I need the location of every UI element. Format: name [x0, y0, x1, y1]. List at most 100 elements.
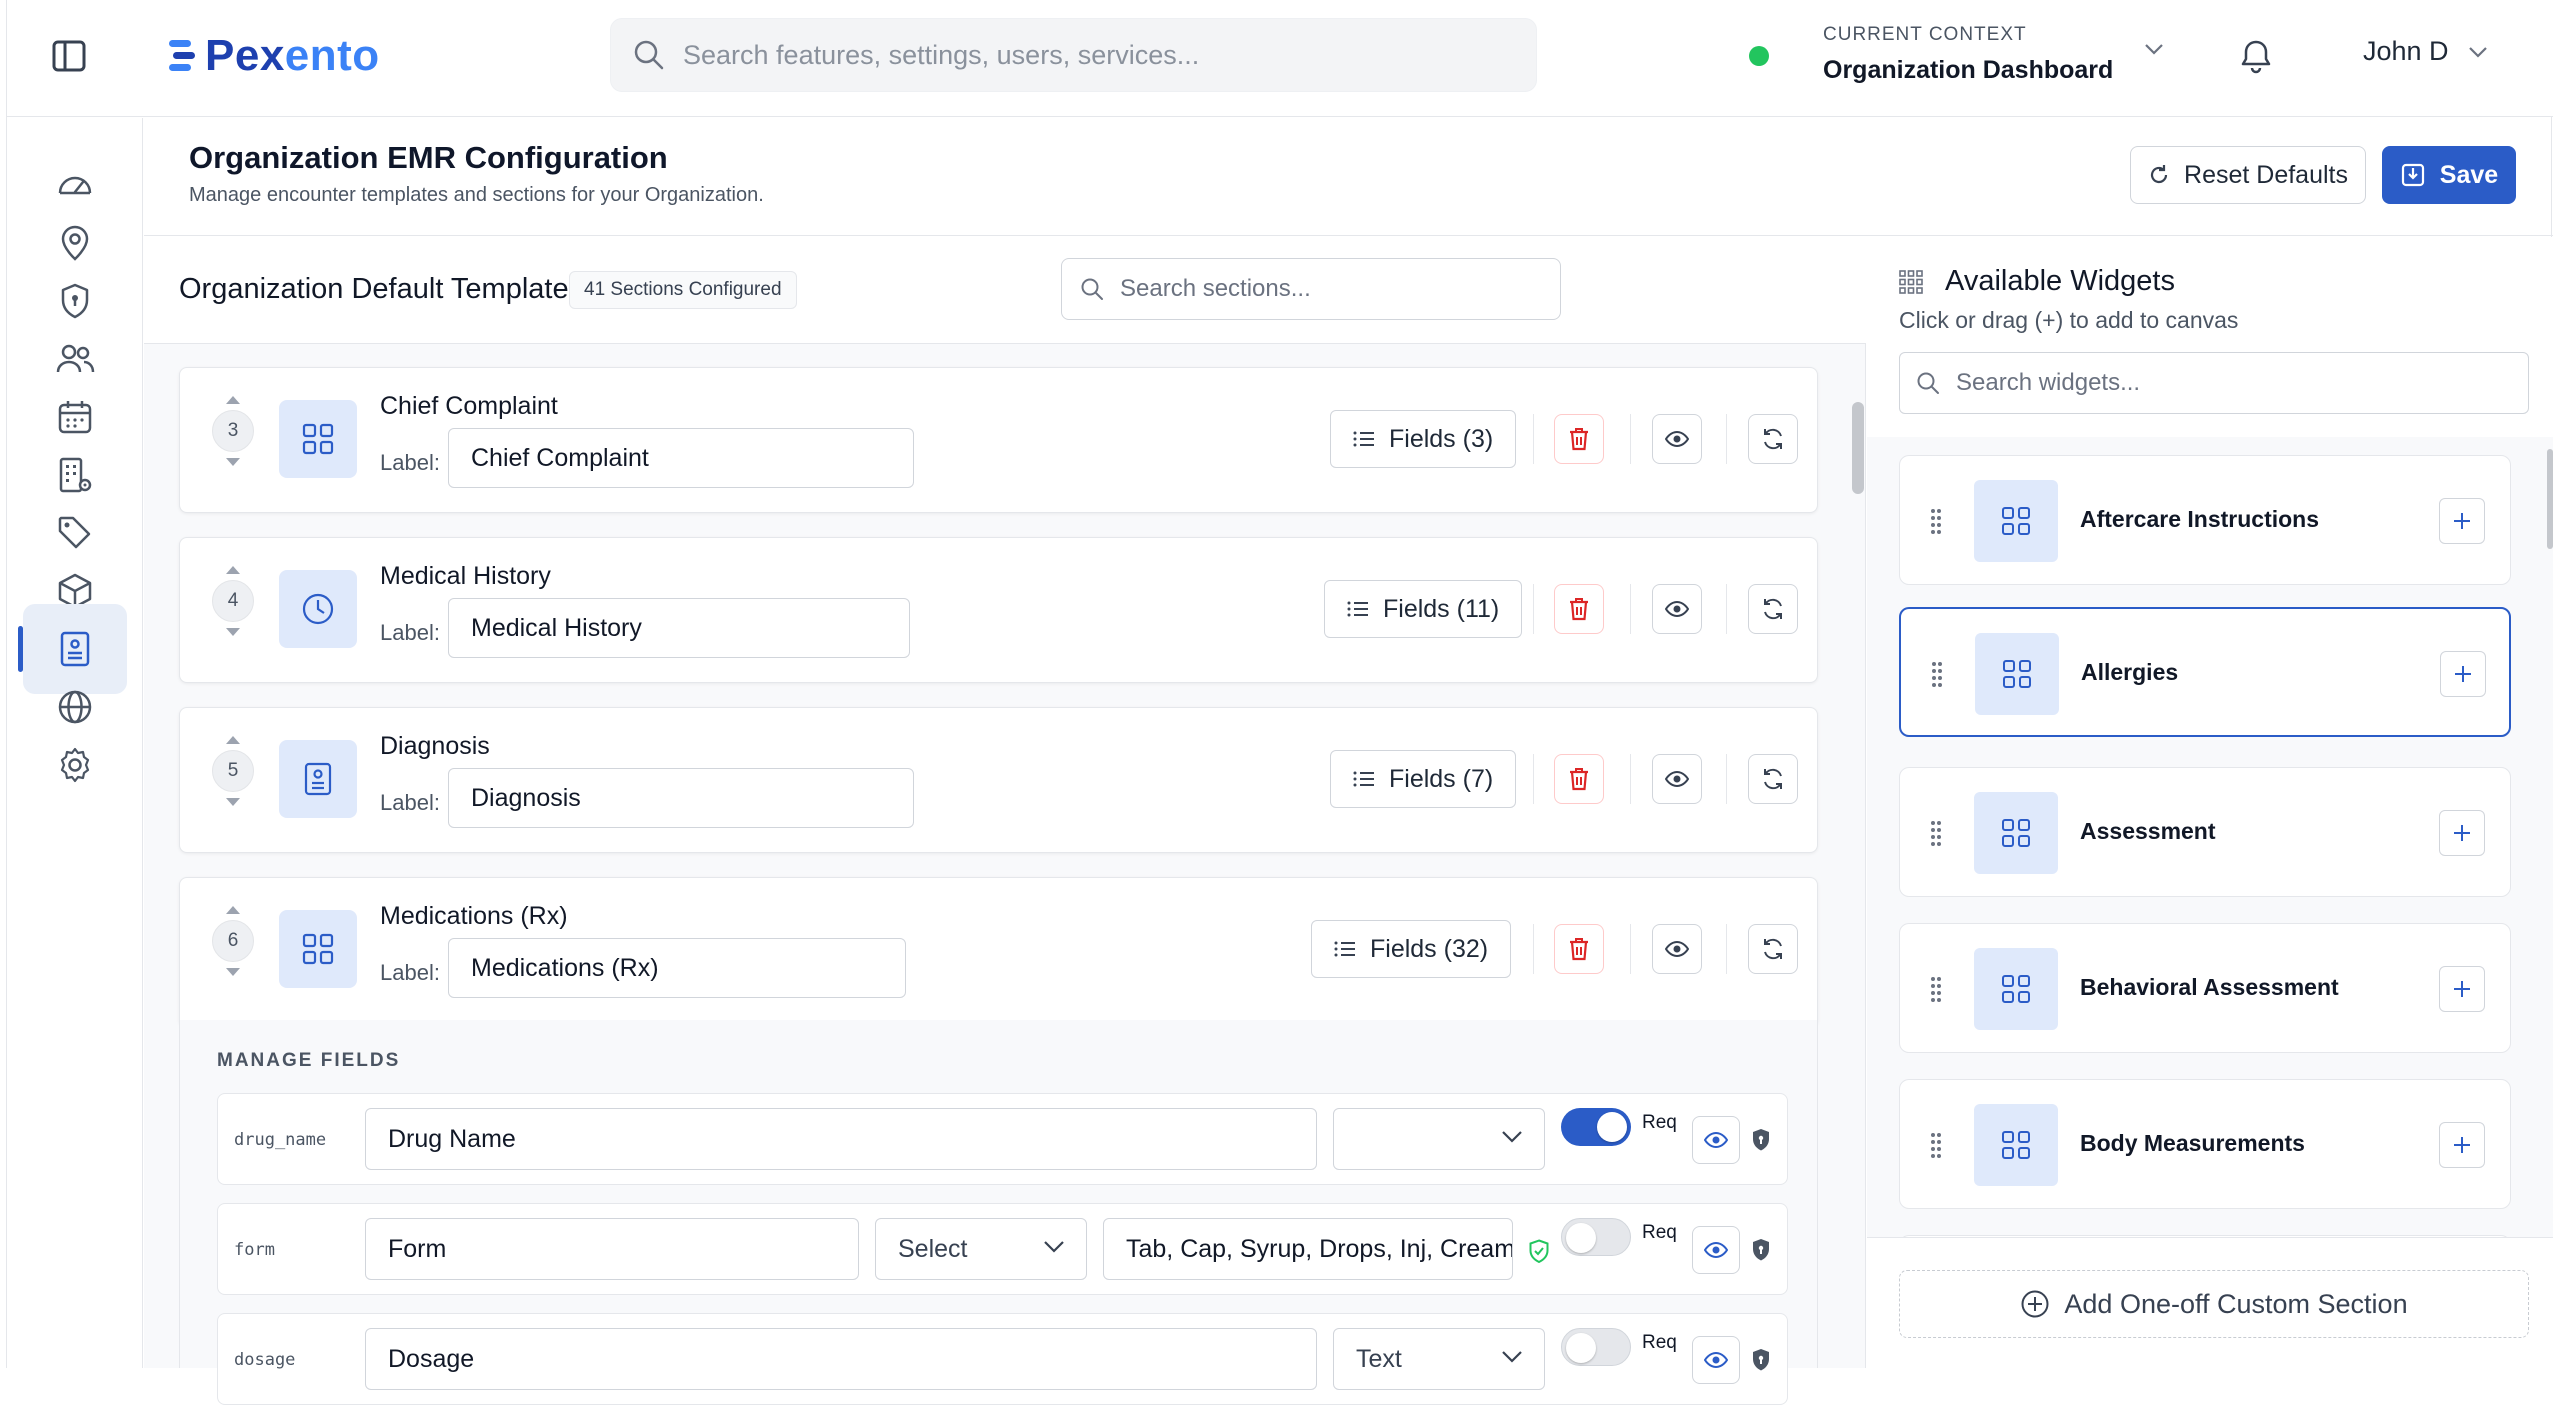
widget-name: Allergies: [2081, 659, 2179, 685]
section-label-input[interactable]: [448, 768, 914, 828]
logo[interactable]: Pexento: [167, 28, 380, 84]
field-visibility-button[interactable]: [1692, 1336, 1740, 1384]
arrow-down-icon[interactable]: [224, 456, 242, 468]
arrow-down-icon[interactable]: [224, 626, 242, 638]
section-label-input[interactable]: [448, 938, 906, 998]
save-button[interactable]: Save: [2382, 146, 2516, 204]
field-label-input[interactable]: [365, 1328, 1317, 1390]
field-type-select[interactable]: Text: [1333, 1328, 1545, 1390]
visibility-button[interactable]: [1652, 754, 1702, 804]
section-label-input[interactable]: [448, 428, 914, 488]
sidebar-toggle-icon[interactable]: [51, 38, 87, 74]
reset-defaults-button[interactable]: Reset Defaults: [2130, 146, 2366, 204]
fields-button[interactable]: Fields (3): [1330, 410, 1517, 468]
add-widget-button[interactable]: [2439, 1122, 2485, 1168]
canvas-scrollbar[interactable]: [1852, 402, 1864, 494]
add-custom-section-button[interactable]: Add One-off Custom Section: [1899, 1270, 2529, 1338]
toggle-knob: [1597, 1112, 1627, 1142]
required-toggle[interactable]: [1561, 1108, 1631, 1146]
bell-icon[interactable]: [2239, 38, 2273, 79]
widget-card[interactable]: Body Measurements: [1899, 1079, 2511, 1209]
add-widget-button[interactable]: [2439, 810, 2485, 856]
add-widget-button[interactable]: [2439, 966, 2485, 1012]
list-icon: [1334, 941, 1355, 957]
widget-card[interactable]: Allergies: [1899, 607, 2511, 737]
delete-button[interactable]: [1554, 924, 1604, 974]
arrow-up-icon[interactable]: [224, 394, 242, 406]
shield-icon[interactable]: [1751, 1348, 1771, 1372]
section-card[interactable]: 6 Medications (Rx) Label: Fields (32): [179, 877, 1818, 1023]
fields-count: Fields (32): [1370, 934, 1489, 963]
trash-icon: [1570, 768, 1588, 791]
add-widget-button[interactable]: [2439, 498, 2485, 544]
context-selector[interactable]: CURRENT CONTEXT Organization Dashboard: [1823, 24, 2113, 85]
arrow-up-icon[interactable]: [224, 564, 242, 576]
fields-button[interactable]: Fields (7): [1330, 750, 1517, 808]
list-icon: [1353, 771, 1374, 787]
context-value: Organization Dashboard: [1823, 56, 2114, 84]
global-search-box[interactable]: [610, 18, 1537, 92]
delete-button[interactable]: [1554, 584, 1604, 634]
reset-defaults-label: Reset Defaults: [2184, 160, 2348, 189]
divider: [1533, 584, 1534, 634]
search-icon: [1081, 278, 1103, 300]
field-type-select[interactable]: Select: [875, 1218, 1087, 1280]
field-options-input[interactable]: [1103, 1218, 1513, 1280]
drag-handle-icon[interactable]: [1930, 508, 1942, 534]
section-card[interactable]: 4 Medical History Label: Fields (11): [179, 537, 1818, 683]
sync-button[interactable]: [1748, 414, 1798, 464]
section-search-input[interactable]: [1120, 275, 1540, 303]
chevron-down-icon[interactable]: [2143, 42, 2165, 61]
visibility-button[interactable]: [1652, 584, 1702, 634]
fields-button[interactable]: Fields (11): [1324, 580, 1523, 638]
widget-card[interactable]: Behavioral Assessment: [1899, 923, 2511, 1053]
arrow-down-icon[interactable]: [224, 966, 242, 978]
widget-search-box[interactable]: [1899, 352, 2529, 414]
user-menu[interactable]: John D: [2363, 36, 2489, 67]
field-type-select[interactable]: [1333, 1108, 1545, 1170]
app-frame: Pexento CURRENT CONTEXT Organization Das…: [6, 0, 2553, 1405]
sidebar-item-settings[interactable]: [23, 720, 127, 810]
section-search-box[interactable]: [1061, 258, 1561, 320]
required-toggle[interactable]: [1561, 1328, 1631, 1366]
field-label-input[interactable]: [365, 1218, 859, 1280]
widget-icon: [1974, 480, 2058, 562]
global-search-input[interactable]: [683, 39, 1483, 71]
section-card[interactable]: 5 Diagnosis Label: Fields (7): [179, 707, 1818, 853]
section-card[interactable]: 3 Chief Complaint Label: Fields (3): [179, 367, 1818, 513]
arrow-down-icon[interactable]: [224, 796, 242, 808]
order-number: 6: [212, 920, 254, 962]
fields-button[interactable]: Fields (32): [1311, 920, 1512, 978]
page-title: Organization EMR Configuration: [189, 140, 668, 175]
status-indicator: [1749, 46, 1769, 66]
drag-handle-icon[interactable]: [1930, 1132, 1942, 1158]
eye-icon: [1665, 771, 1689, 787]
widgets-scrollbar[interactable]: [2547, 449, 2553, 549]
field-label-input[interactable]: [365, 1108, 1317, 1170]
field-visibility-button[interactable]: [1692, 1116, 1740, 1164]
divider: [1533, 924, 1534, 974]
sync-button[interactable]: [1748, 584, 1798, 634]
drag-handle-icon[interactable]: [1930, 976, 1942, 1002]
widget-card[interactable]: Assessment: [1899, 767, 2511, 897]
field-visibility-button[interactable]: [1692, 1226, 1740, 1274]
sync-button[interactable]: [1748, 754, 1798, 804]
widget-search-input[interactable]: [1956, 369, 2516, 397]
drag-handle-icon[interactable]: [1930, 820, 1942, 846]
widget-card[interactable]: Aftercare Instructions: [1899, 455, 2511, 585]
delete-button[interactable]: [1554, 754, 1604, 804]
arrow-up-icon[interactable]: [224, 734, 242, 746]
drag-handle-icon[interactable]: [1931, 661, 1943, 687]
sync-button[interactable]: [1748, 924, 1798, 974]
visibility-button[interactable]: [1652, 924, 1702, 974]
plus-icon: [2455, 666, 2471, 682]
section-label-input[interactable]: [448, 598, 910, 658]
delete-button[interactable]: [1554, 414, 1604, 464]
add-widget-button[interactable]: [2440, 651, 2486, 697]
section-icon: [279, 740, 357, 818]
visibility-button[interactable]: [1652, 414, 1702, 464]
required-toggle[interactable]: [1561, 1218, 1631, 1256]
shield-icon[interactable]: [1751, 1128, 1771, 1152]
shield-icon[interactable]: [1751, 1238, 1771, 1262]
arrow-up-icon[interactable]: [224, 904, 242, 916]
